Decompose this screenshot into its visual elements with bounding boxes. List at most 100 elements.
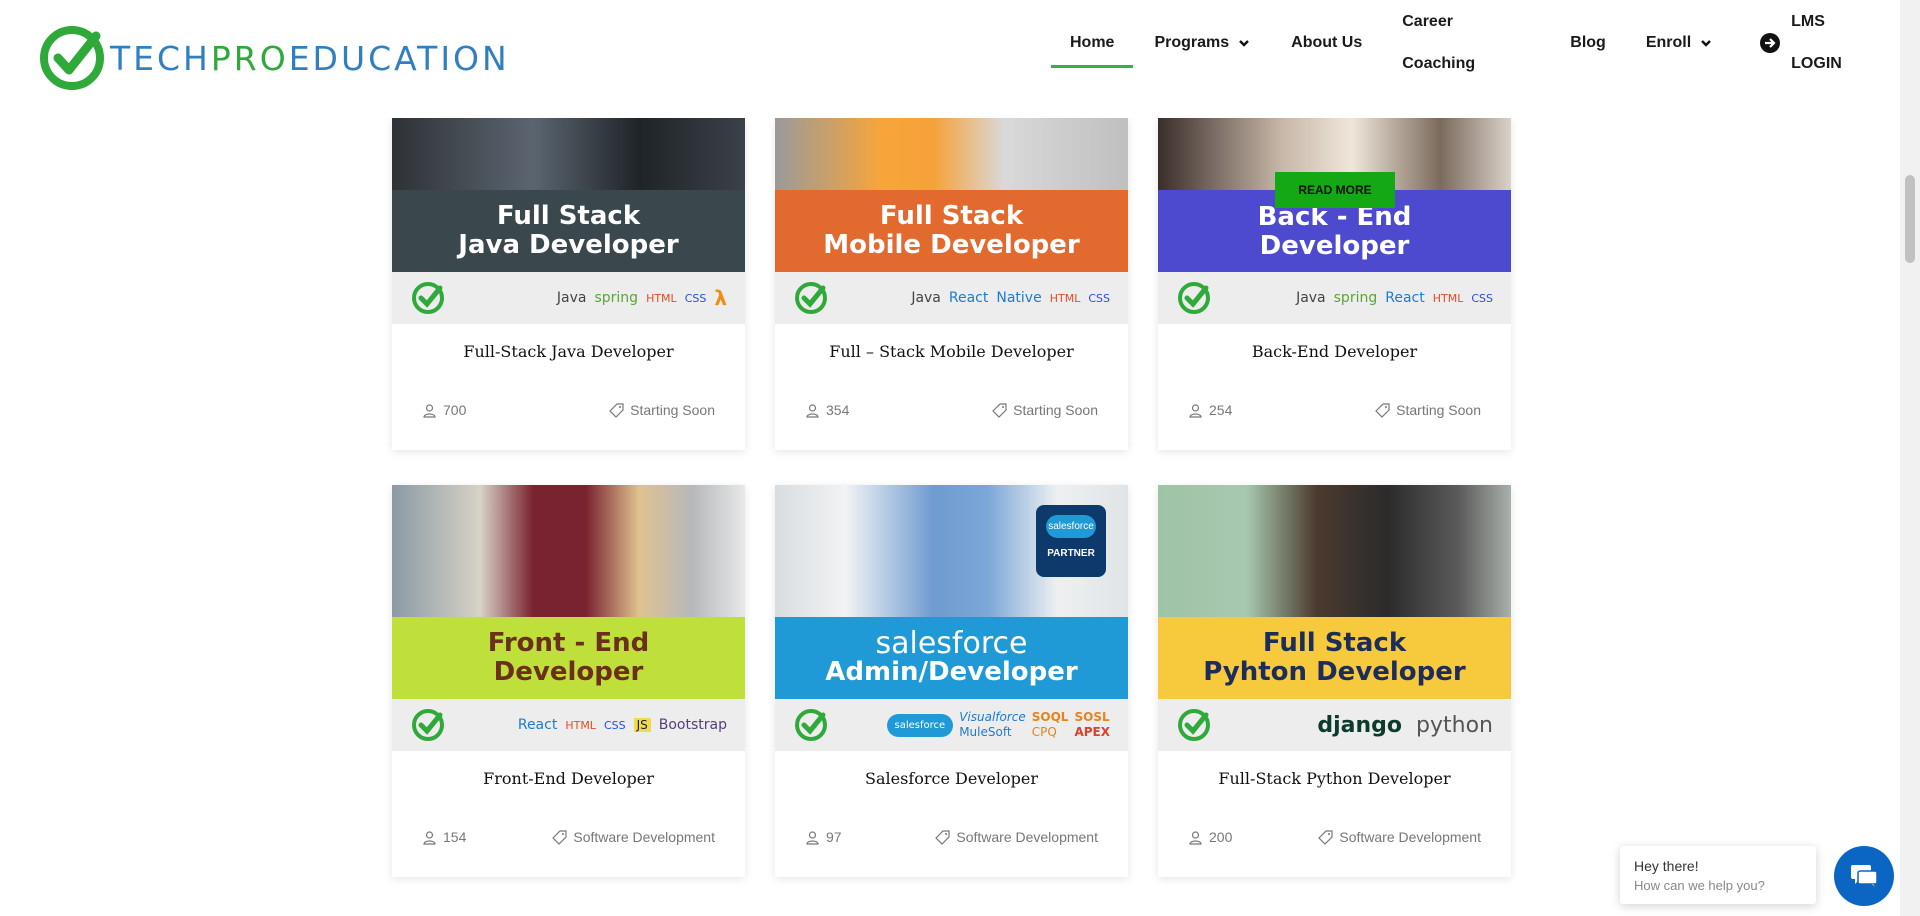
course-card-frontend[interactable]: Front - End Developer React HTML CSS JS B… [392, 485, 745, 877]
tech-html: HTML [1049, 291, 1081, 305]
tech-html: HTML [565, 718, 596, 732]
students-count: 254 [1188, 402, 1232, 418]
login-arrow-icon [1760, 33, 1781, 53]
tech-logos: React HTML CSS JS Bootstrap [518, 717, 727, 733]
nav-enroll[interactable]: Enroll [1626, 22, 1733, 64]
course-meta: 97 Software Development [775, 829, 1128, 845]
nav-programs[interactable]: Programs [1134, 22, 1271, 64]
nav-home-label: Home [1070, 34, 1115, 51]
course-card-backend[interactable]: Back - End Developer Java spring React HT… [1158, 118, 1511, 450]
course-title[interactable]: Full – Stack Mobile Developer [775, 342, 1128, 362]
banner-line-2: Developer [493, 657, 644, 687]
course-image[interactable]: salesforce PARTNER salesforce Admin/Devel… [775, 485, 1128, 751]
course-photo [392, 485, 745, 617]
course-card-salesforce[interactable]: salesforce PARTNER salesforce Admin/Devel… [775, 485, 1128, 877]
course-image[interactable]: Front - End Developer React HTML CSS JS B… [392, 485, 745, 751]
tech-cpq: CPQ [1031, 725, 1057, 739]
check-logo-icon [1178, 282, 1210, 314]
nav-blog[interactable]: Blog [1550, 22, 1626, 64]
tech-logos: Java React Native HTML CSS [911, 290, 1110, 306]
tag-icon [552, 829, 567, 845]
tag-icon [1318, 829, 1333, 845]
main-nav: Home Programs About Us Career Coaching B… [1050, 13, 1900, 72]
tag-label: Starting Soon [1396, 402, 1481, 418]
course-image[interactable]: Full Stack Java Developer Java spring HTM… [392, 118, 745, 324]
tech-html: HTML [1432, 291, 1464, 305]
chat-greeting-line2: How can we help you? [1634, 878, 1765, 893]
nav-about-us[interactable]: About Us [1271, 22, 1382, 64]
check-logo-icon [412, 282, 444, 314]
course-title[interactable]: Front-End Developer [392, 769, 745, 789]
course-title[interactable]: Full-Stack Java Developer [392, 342, 745, 362]
course-banner: Full Stack Pyhton Developer [1158, 617, 1511, 699]
site-header: TECHPROEDUCATION Home Programs About Us … [0, 0, 1900, 118]
tech-strip: Java spring React HTML CSS [1158, 272, 1511, 324]
course-banner: Full Stack Java Developer [392, 190, 745, 272]
chat-icon [1851, 865, 1878, 887]
banner-line-2: Mobile Developer [823, 230, 1080, 260]
course-image[interactable]: Full Stack Pyhton Developer django python [1158, 485, 1511, 751]
course-title[interactable]: Full-Stack Python Developer [1158, 769, 1511, 789]
course-title[interactable]: Back-End Developer [1158, 342, 1511, 362]
chat-launcher-button[interactable] [1834, 846, 1894, 906]
site-logo[interactable]: TECHPROEDUCATION [38, 24, 510, 92]
banner-line-1: Full Stack [879, 201, 1024, 231]
course-card-python[interactable]: Full Stack Pyhton Developer django python… [1158, 485, 1511, 877]
tech-js: JS [633, 718, 651, 732]
nav-career-coaching[interactable]: Career Coaching [1382, 13, 1550, 72]
course-banner: Full Stack Mobile Developer [775, 190, 1128, 272]
scrollbar-thumb[interactable] [1905, 175, 1915, 263]
tech-native: Native [996, 290, 1042, 306]
nav-lms-login[interactable]: LMS LOGIN [1739, 13, 1900, 72]
course-tag[interactable]: Starting Soon [1375, 402, 1481, 418]
tag-icon [609, 402, 624, 418]
tech-css: CSS [1088, 291, 1110, 305]
tag-icon [935, 829, 950, 845]
check-logo-icon [1178, 709, 1210, 741]
tag-icon [992, 402, 1007, 418]
course-card-mobile[interactable]: Full Stack Mobile Developer Java React Na… [775, 118, 1128, 450]
tech-html: HTML [646, 291, 677, 305]
tech-soql: SOQL [1031, 710, 1069, 724]
course-image[interactable]: Back - End Developer Java spring React HT… [1158, 118, 1511, 324]
students-value: 154 [443, 829, 467, 845]
tech-logos: Java spring HTML CSS λ [557, 286, 727, 310]
tech-visualforce: Visualforce [959, 710, 1026, 724]
course-tag[interactable]: Software Development [935, 829, 1098, 845]
banner-line-2: Pyhton Developer [1203, 657, 1466, 687]
course-title[interactable]: Salesforce Developer [775, 769, 1128, 789]
check-logo-icon [795, 282, 827, 314]
user-icon [806, 830, 819, 845]
banner-line-2: Developer [1259, 231, 1410, 261]
tag-label: Starting Soon [630, 402, 715, 418]
chat-greeting[interactable]: Hey there! How can we help you? [1620, 846, 1816, 904]
user-icon [806, 403, 819, 418]
course-photo [1158, 485, 1511, 617]
course-photo [775, 118, 1128, 190]
course-photo [392, 118, 745, 190]
read-more-button[interactable]: READ MORE [1275, 172, 1395, 208]
course-image[interactable]: Full Stack Mobile Developer Java React Na… [775, 118, 1128, 324]
tech-group-2: SOQL CPQ [1032, 710, 1069, 740]
tech-react: React [948, 290, 989, 306]
course-tag[interactable]: Software Development [552, 829, 715, 845]
course-tag[interactable]: Software Development [1318, 829, 1481, 845]
user-icon [423, 830, 436, 845]
tech-lambda: λ [714, 286, 727, 310]
students-value: 354 [826, 402, 850, 418]
nav-home[interactable]: Home [1050, 22, 1134, 68]
check-logo-icon [40, 26, 104, 90]
chevron-down-icon [1239, 40, 1250, 47]
badge-brand: salesforce [1046, 515, 1096, 538]
course-card-java[interactable]: Full Stack Java Developer Java spring HTM… [392, 118, 745, 450]
lms-login-label: LMS LOGIN [1791, 13, 1842, 72]
course-tag[interactable]: Starting Soon [609, 402, 715, 418]
course-tag[interactable]: Starting Soon [992, 402, 1098, 418]
nav-blog-label: Blog [1570, 34, 1606, 51]
page-scrollbar[interactable] [1900, 0, 1920, 916]
course-meta: 354 Starting Soon [775, 402, 1128, 418]
course-meta: 200 Software Development [1158, 829, 1511, 845]
tag-label: Starting Soon [1013, 402, 1098, 418]
brand-part-education: EDUCATION [288, 38, 510, 78]
tech-strip: Java spring HTML CSS λ [392, 272, 745, 324]
